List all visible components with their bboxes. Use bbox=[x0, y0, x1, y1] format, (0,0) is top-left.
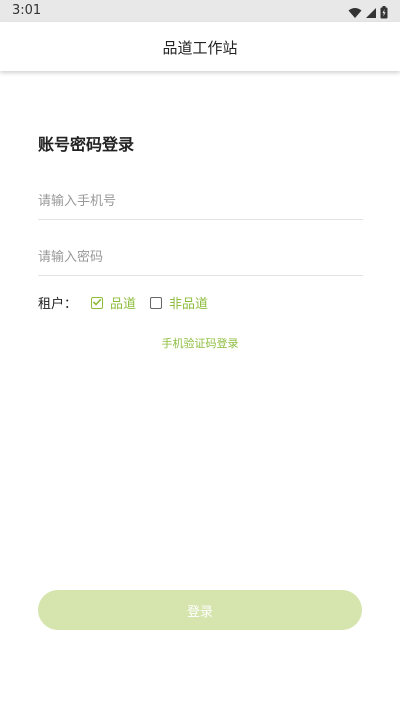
tenant-selector: 租户： 品道 非品道 bbox=[38, 293, 222, 312]
login-section-title: 账号密码登录 bbox=[38, 135, 135, 154]
sms-login-link-row: 手机验证码登录 bbox=[0, 335, 400, 351]
tenant-option-non-pindao[interactable]: 非品道 bbox=[150, 293, 208, 312]
status-bar: 3:01 bbox=[0, 0, 400, 22]
page-title: 品道工作站 bbox=[162, 39, 238, 57]
sms-login-link[interactable]: 手机验证码登录 bbox=[162, 337, 239, 350]
checkbox-unchecked-icon[interactable] bbox=[150, 296, 163, 309]
app-bar: 品道工作站 bbox=[0, 22, 400, 71]
signal-icon bbox=[366, 4, 376, 23]
tenant-label: 租户： bbox=[38, 297, 78, 312]
tenant-option-label: 非品道 bbox=[169, 297, 209, 312]
password-field bbox=[38, 240, 363, 276]
phone-field bbox=[38, 184, 363, 220]
tenant-option-label: 品道 bbox=[110, 297, 137, 312]
password-input[interactable] bbox=[38, 240, 363, 275]
status-icons bbox=[348, 4, 388, 23]
phone-input[interactable] bbox=[38, 184, 363, 219]
tenant-option-pindao[interactable]: 品道 bbox=[91, 293, 136, 312]
status-time: 3:01 bbox=[12, 3, 42, 18]
checkbox-checked-icon[interactable] bbox=[91, 296, 104, 309]
login-button[interactable]: 登录 bbox=[38, 590, 362, 630]
battery-icon bbox=[380, 4, 388, 23]
wifi-icon bbox=[348, 4, 362, 23]
